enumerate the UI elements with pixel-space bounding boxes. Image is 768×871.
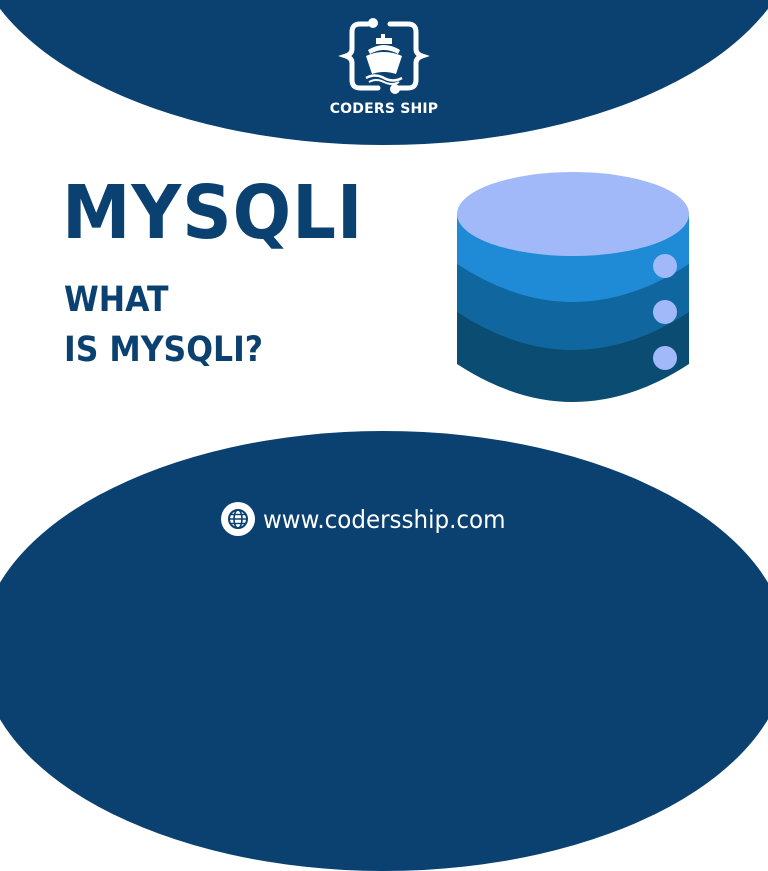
database-dot-1 [653,254,677,278]
database-icon [457,172,689,402]
database-dot-3 [653,346,677,370]
globe-icon [221,502,255,536]
ship-in-braces-icon [338,18,430,94]
website-footer: www.codersship.com [221,500,527,538]
brand-name: CODERS SHIP [329,101,439,117]
database-dot-2 [653,300,677,324]
database-lid [457,172,689,256]
page-title: MYSQLI [62,170,364,256]
subtitle-line-2: IS MYSQLI? [64,330,264,370]
subtitle-line-1: WHAT [64,280,169,320]
footer-arc-background [0,431,768,871]
website-link[interactable]: www.codersship.com [263,505,506,534]
